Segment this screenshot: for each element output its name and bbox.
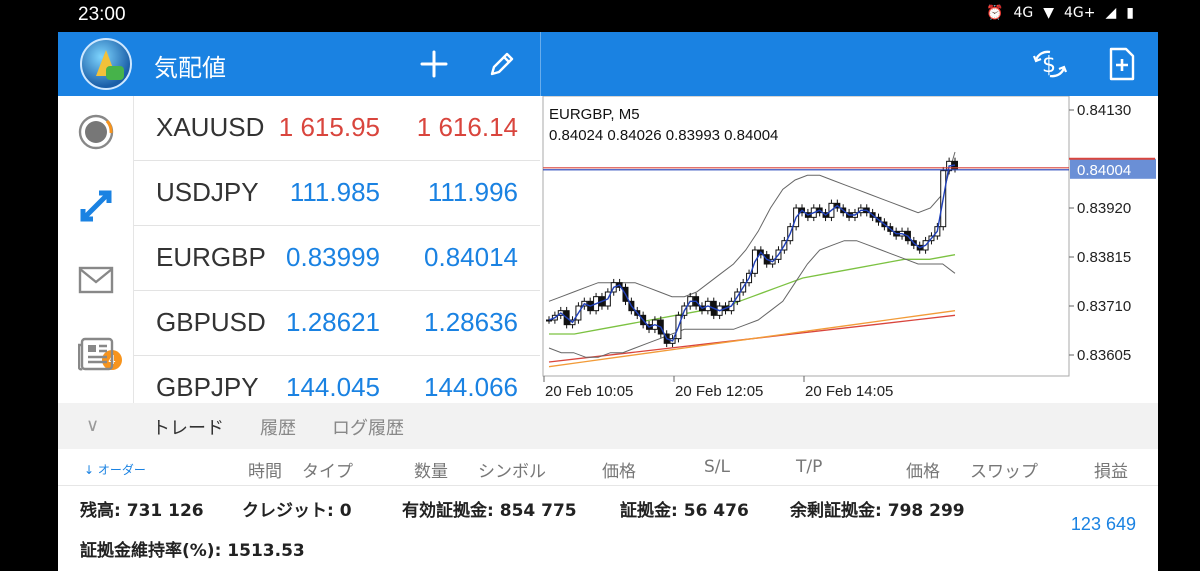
x-tick-label: 20 Feb 14:05 xyxy=(805,383,893,400)
account-summary: 残高: 731 126 クレジット: 0 有効証拠金: 854 775 証拠金:… xyxy=(58,485,1158,571)
credit-value: 0 xyxy=(339,501,352,521)
chart-ohlc-values: 0.84024 0.84026 0.83993 0.84004 xyxy=(549,127,779,144)
col-price-current: 価格 xyxy=(906,462,940,482)
tab-trade[interactable]: トレード xyxy=(152,414,224,440)
sidebar-item-trade[interactable] xyxy=(76,186,116,226)
trade-column-headers: ↓ オーダー 時間 タイプ 数量 シンボル 価格 S/L T/P 価格 スワップ… xyxy=(58,449,1158,485)
col-price: 価格 xyxy=(602,462,636,482)
col-type: タイプ xyxy=(302,462,353,482)
quote-symbol: GBPJPY xyxy=(156,372,259,402)
battery-icon: ▮ xyxy=(1126,5,1134,21)
chart-title: EURGBP, M5 xyxy=(549,106,640,123)
dollar-arrows-icon: $ xyxy=(1032,50,1068,78)
page-title: 気配値 xyxy=(154,54,226,82)
col-quantity: 数量 xyxy=(414,462,448,482)
quote-ask: 1.28636 xyxy=(424,307,518,337)
quote-symbol: GBPUSD xyxy=(156,307,266,337)
sidebar-item-mailbox[interactable] xyxy=(76,260,116,300)
x-tick-label: 20 Feb 10:05 xyxy=(545,383,633,400)
account-icon xyxy=(78,114,114,150)
network-4gplus-label: 4G+ xyxy=(1064,5,1096,21)
terminal-panel: ∨ トレード 履歴 ログ履歴 ↓ オーダー 時間 タイプ 数量 シンボル 価格 … xyxy=(58,403,1158,571)
sidebar-item-account[interactable] xyxy=(76,112,116,152)
app-bar: 気配値 $ xyxy=(58,32,1158,96)
plus-icon xyxy=(420,50,448,78)
mail-icon xyxy=(78,266,114,294)
news-icon xyxy=(78,337,114,371)
quote-ask: 144.066 xyxy=(424,372,518,402)
new-order-button[interactable] xyxy=(1102,44,1142,84)
margin-level-value: 1513.53 xyxy=(227,541,305,561)
quote-symbol: USDJPY xyxy=(156,177,259,207)
network-4g-label: 4G xyxy=(1013,5,1034,21)
col-order[interactable]: ↓ オーダー xyxy=(84,461,146,478)
quote-row-xauusd[interactable]: XAUUSD 1 615.95 1 616.14 xyxy=(134,96,540,161)
status-time: 23:00 xyxy=(78,4,126,25)
quote-bid: 0.83999 xyxy=(286,242,380,272)
quote-ask: 0.84014 xyxy=(424,242,518,272)
pencil-icon xyxy=(490,52,514,76)
col-sl: S/L xyxy=(704,457,730,477)
col-profit: 損益 xyxy=(1094,462,1128,482)
balance-value: 731 126 xyxy=(126,501,204,521)
y-tick-label: 0.83710 xyxy=(1077,298,1131,315)
chart-pane[interactable]: 0.84130 0.83920 0.83815 0.83710 0.83605 20 Fe… xyxy=(541,96,1158,403)
collapse-chevron-icon[interactable]: ∨ xyxy=(86,415,99,436)
free-margin: 余剰証拠金: 798 299 xyxy=(790,501,965,521)
status-icons: ⏰ 4G ▼ 4G+ ◢ ▮ xyxy=(986,5,1134,21)
add-symbol-button[interactable] xyxy=(414,44,454,84)
margin: 証拠金: 56 476 xyxy=(620,501,749,521)
quote-ask: 1 616.14 xyxy=(416,112,518,142)
margin-level: 証拠金維持率(%): 1513.53 xyxy=(80,541,305,561)
quote-symbol: XAUUSD xyxy=(156,112,265,142)
sidebar-item-news[interactable] xyxy=(76,334,116,374)
trade-arrows-icon xyxy=(80,190,112,222)
app-window: 気配値 $ 4 XAUUSD 1 615.95 1 616.14 USDJPY … xyxy=(58,32,1158,571)
appbar-divider xyxy=(540,32,541,96)
credit: クレジット: 0 xyxy=(242,501,352,521)
margin-value: 56 476 xyxy=(683,501,749,521)
status-bar: 23:00 ⏰ 4G ▼ 4G+ ◢ ▮ xyxy=(0,0,1200,32)
quote-bid: 144.045 xyxy=(286,372,380,402)
y-tick-label: 0.83605 xyxy=(1077,347,1131,364)
total-profit: 123 649 xyxy=(1070,514,1136,534)
metatrader-logo-icon[interactable] xyxy=(80,38,132,90)
col-tp: T/P xyxy=(796,457,823,477)
one-click-trading-button[interactable]: $ xyxy=(1030,44,1070,84)
quote-row-usdjpy[interactable]: USDJPY 111.985 111.996 xyxy=(134,161,540,226)
sidebar: 4 xyxy=(58,96,134,403)
svg-text:$: $ xyxy=(1042,53,1056,78)
equity-value: 854 775 xyxy=(499,501,577,521)
quote-bid: 1.28621 xyxy=(286,307,380,337)
equity: 有効証拠金: 854 775 xyxy=(402,501,577,521)
col-symbol: シンボル xyxy=(478,462,546,482)
quote-symbol: EURGBP xyxy=(156,242,266,272)
col-time: 時間 xyxy=(248,462,282,482)
terminal-tabs: ∨ トレード 履歴 ログ履歴 xyxy=(58,403,1158,449)
quote-bid: 111.985 xyxy=(289,177,380,207)
signal-icon: ◢ xyxy=(1105,5,1117,21)
tab-history[interactable]: 履歴 xyxy=(260,414,296,440)
candle-body xyxy=(546,319,552,322)
balance: 残高: 731 126 xyxy=(80,501,204,521)
edit-symbols-button[interactable] xyxy=(482,44,522,84)
alarm-icon: ⏰ xyxy=(986,5,1004,21)
free-margin-value: 798 299 xyxy=(887,501,965,521)
y-tick-label: 0.83815 xyxy=(1077,249,1131,266)
current-price-label: 0.84004 xyxy=(1077,162,1131,179)
tab-log[interactable]: ログ履歴 xyxy=(332,414,404,440)
quote-row-gbpusd[interactable]: GBPUSD 1.28621 1.28636 xyxy=(134,291,540,356)
col-swap: スワップ xyxy=(970,462,1038,482)
quote-row-eurgbp[interactable]: EURGBP 0.83999 0.84014 xyxy=(134,226,540,291)
y-tick-label: 0.83920 xyxy=(1077,200,1131,217)
new-document-icon xyxy=(1109,47,1135,81)
x-tick-label: 20 Feb 12:05 xyxy=(675,383,763,400)
quote-ask: 111.996 xyxy=(427,177,518,207)
quote-bid: 1 615.95 xyxy=(278,112,380,142)
wifi-icon: ▼ xyxy=(1043,5,1054,21)
quotes-list: XAUUSD 1 615.95 1 616.14 USDJPY 111.985 111.9… xyxy=(134,96,540,421)
y-tick-label: 0.84130 xyxy=(1077,102,1131,119)
